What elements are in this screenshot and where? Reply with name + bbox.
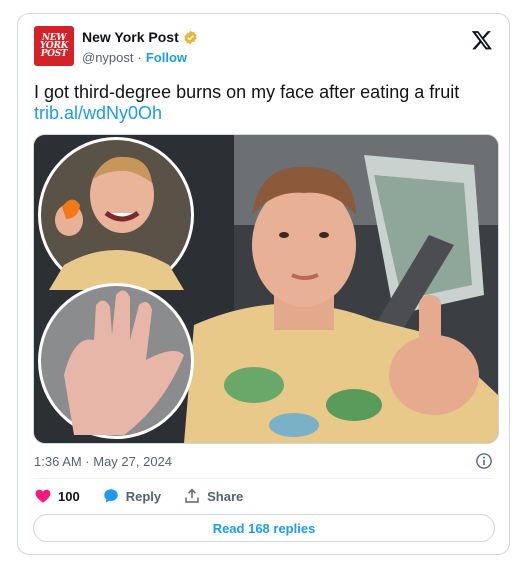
divider xyxy=(34,478,493,479)
verified-badge-icon xyxy=(184,30,197,44)
photo-collage xyxy=(34,135,498,443)
avatar[interactable]: NEW YORK POST xyxy=(34,26,74,66)
read-replies-button[interactable]: Read 168 replies xyxy=(33,514,495,542)
author-handle-row: @nypost · Follow xyxy=(82,50,187,65)
info-icon[interactable] xyxy=(475,452,493,470)
reply-label: Reply xyxy=(125,488,162,504)
x-logo-icon[interactable] xyxy=(471,29,493,51)
avatar-text-line3: POST xyxy=(40,49,68,59)
tweet-card: NEW YORK POST New York Post @nypost · Fo… xyxy=(17,13,510,555)
author-name-row: New York Post xyxy=(82,29,198,45)
like-button[interactable]: 100 xyxy=(34,487,80,505)
reply-button[interactable]: Reply xyxy=(102,487,161,505)
tweet-photo[interactable] xyxy=(33,134,499,444)
reply-bubble-icon xyxy=(103,489,118,503)
tweet-timestamp[interactable]: 1:36 AM · May 27, 2024 xyxy=(34,454,172,469)
tweet-text: I got third-degree burns on my face afte… xyxy=(34,82,460,102)
tweet-link[interactable]: trib.al/wdNy0Oh xyxy=(34,103,162,124)
share-icon xyxy=(185,488,199,503)
heart-icon xyxy=(35,489,51,503)
share-label: Share xyxy=(207,488,244,504)
share-button[interactable]: Share xyxy=(183,487,243,505)
like-count: 100 xyxy=(58,488,80,504)
separator-dot: · xyxy=(137,50,142,65)
follow-button[interactable]: Follow xyxy=(146,50,187,65)
action-bar: 100 Reply Share xyxy=(34,487,265,505)
author-handle[interactable]: @nypost xyxy=(82,50,134,65)
author-name[interactable]: New York Post xyxy=(82,29,179,45)
